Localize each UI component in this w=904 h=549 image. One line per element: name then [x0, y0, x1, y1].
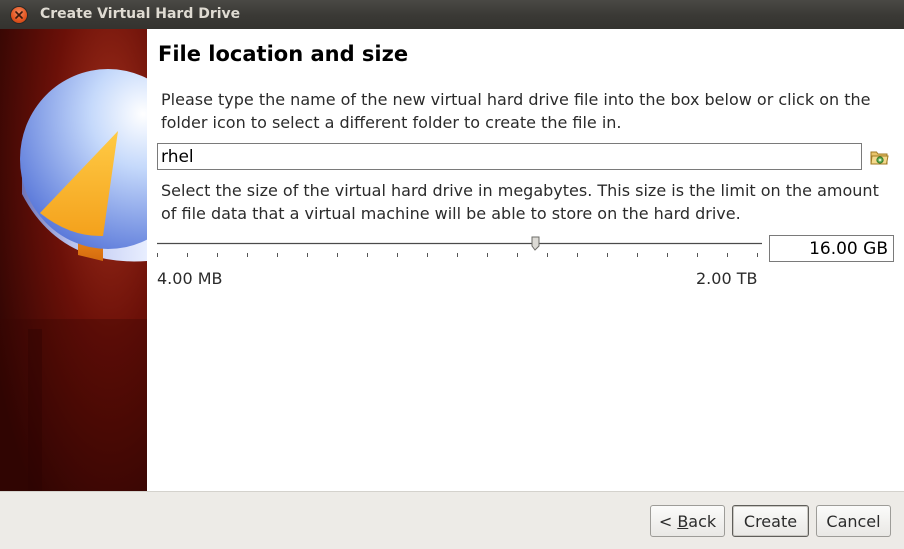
size-description: Select the size of the virtual hard driv…: [161, 181, 879, 223]
create-virtual-hard-drive-dialog: Create Virtual Hard Drive File location …: [0, 0, 904, 549]
page-title: File location and size: [158, 42, 409, 66]
wizard-page: File location and size Please type the n…: [0, 29, 904, 491]
back-button-rest: ack: [688, 511, 717, 531]
back-button-prefix: <: [658, 511, 678, 531]
slider-thumb-shape[interactable]: [531, 236, 540, 251]
wizard-sidebar-image: [0, 29, 147, 491]
close-icon[interactable]: [11, 7, 27, 23]
hard-disk-icon: [0, 29, 147, 491]
slider-max-label: 2.00 TB: [696, 269, 758, 288]
window-title: Create Virtual Hard Drive: [40, 6, 241, 22]
size-input[interactable]: [769, 235, 894, 262]
slider-ticks: [157, 253, 758, 257]
close-x-glyph: [15, 11, 23, 19]
size-slider[interactable]: [157, 233, 763, 263]
cancel-button[interactable]: Cancel: [816, 505, 891, 537]
back-button[interactable]: < Back: [650, 505, 725, 537]
location-description: Please type the name of the new virtual …: [161, 90, 871, 132]
file-location-input[interactable]: [157, 143, 862, 170]
back-button-accelerator: B: [677, 511, 689, 531]
folder-icon-glyph: [870, 151, 889, 165]
folder-icon[interactable]: [870, 149, 889, 166]
slider-min-label: 4.00 MB: [157, 269, 223, 288]
button-bar: < Back Create Cancel: [0, 491, 904, 549]
slider-thumb[interactable]: [531, 236, 540, 251]
title-bar[interactable]: Create Virtual Hard Drive: [0, 0, 904, 29]
create-button[interactable]: Create: [732, 505, 809, 537]
